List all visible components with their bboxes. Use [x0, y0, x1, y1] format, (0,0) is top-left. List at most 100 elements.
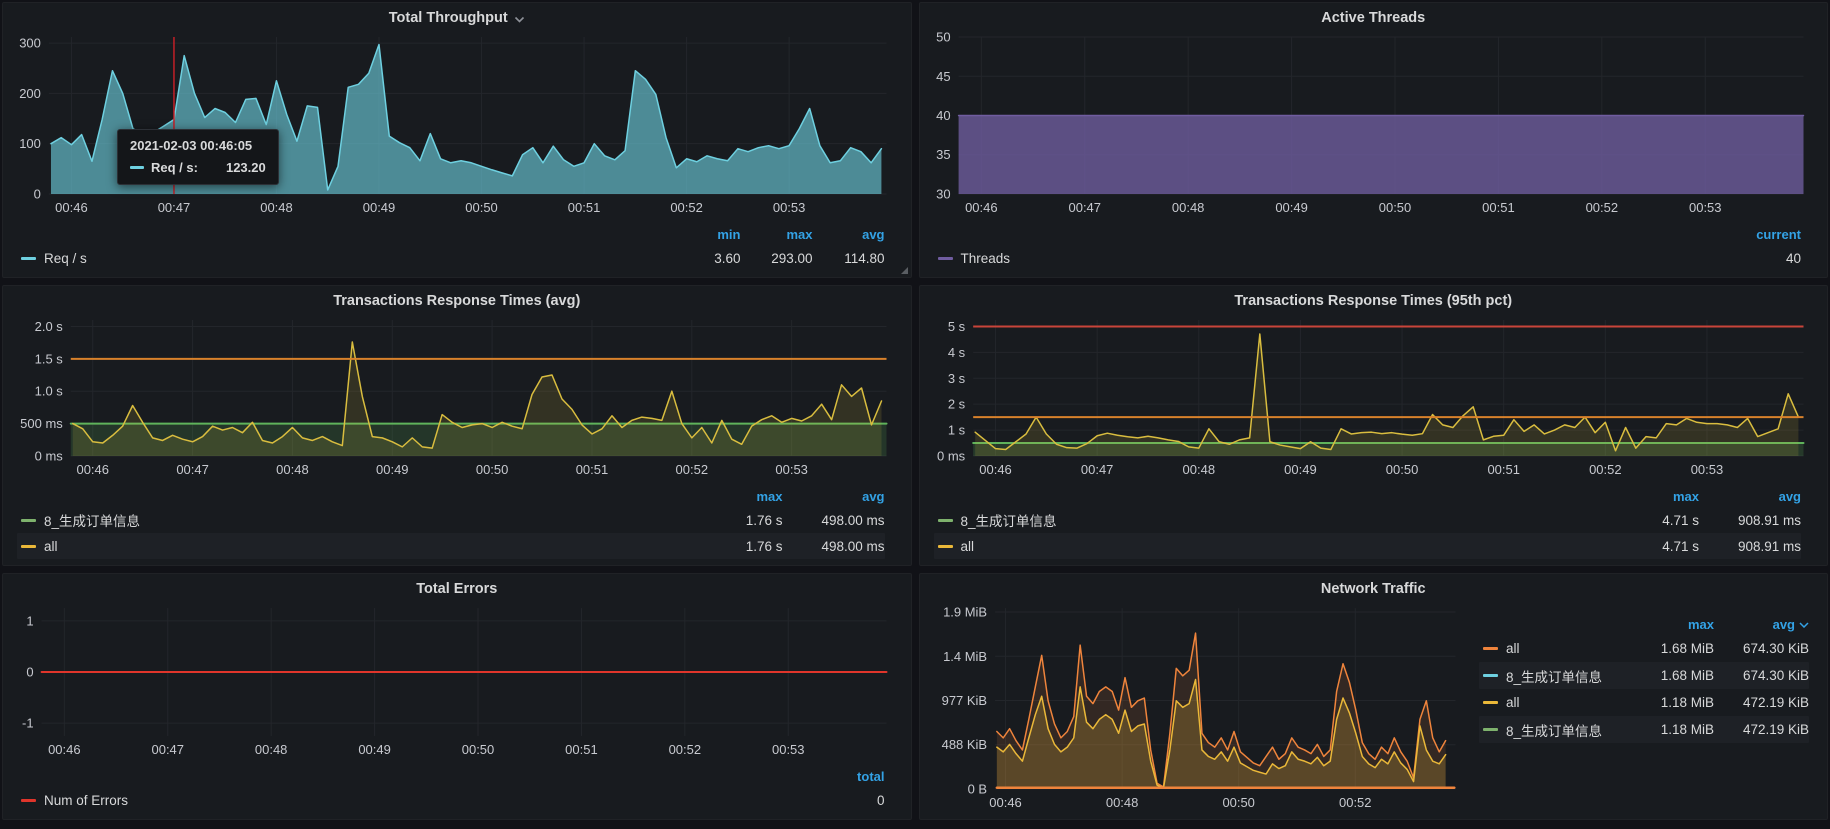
- response-times-95pct-chart-svg[interactable]: 0 ms1 s2 s3 s4 s5 s00:4600:4700:4800:490…: [930, 312, 1818, 480]
- legend-series-row: 8_生成订单信息1.18 MiB472.19 KiB: [1479, 716, 1809, 743]
- legend-col-header-avg[interactable]: avg: [783, 489, 885, 504]
- legend-response-times-avg: maxavg8_生成订单信息1.76 s498.00 msall1.76 s49…: [3, 480, 911, 565]
- network-traffic-chart-svg[interactable]: 0 B488 KiB977 KiB1.4 MiB1.9 MiB00:4600:4…: [930, 600, 1470, 813]
- svg-text:00:49: 00:49: [1284, 462, 1317, 477]
- svg-text:00:48: 00:48: [1171, 200, 1204, 215]
- response-times-avg-chart[interactable]: 0 ms500 ms1.0 s1.5 s2.0 s00:4600:4700:48…: [13, 312, 901, 480]
- svg-text:00:50: 00:50: [465, 200, 498, 215]
- panel-title-text: Transactions Response Times (avg): [333, 293, 580, 309]
- legend-rows: Num of Errors0: [17, 787, 885, 813]
- series-color-dash-icon: [938, 257, 953, 260]
- tooltip-series-row: Req / s: 123.20: [130, 160, 266, 175]
- legend-series-label: 8_生成订单信息: [1506, 720, 1602, 740]
- legend-col-header-current[interactable]: current: [1729, 227, 1801, 242]
- legend-series-label: all: [44, 539, 58, 554]
- svg-text:00:48: 00:48: [1182, 462, 1215, 477]
- legend-value: 293.00: [741, 251, 813, 266]
- svg-text:0: 0: [26, 665, 33, 680]
- legend-value: 1.18 MiB: [1619, 722, 1714, 737]
- svg-text:00:52: 00:52: [1585, 200, 1618, 215]
- svg-text:488 KiB: 488 KiB: [941, 737, 986, 752]
- legend-series-name[interactable]: all: [1483, 641, 1619, 656]
- legend-series-name[interactable]: 8_生成订单信息: [938, 510, 1598, 530]
- legend-value: 674.30 KiB: [1714, 641, 1809, 656]
- total-errors-chart-svg[interactable]: -10100:4600:4700:4800:4900:5000:5100:520…: [13, 600, 901, 760]
- svg-text:00:51: 00:51: [576, 462, 609, 477]
- legend-col-header-min[interactable]: min: [669, 227, 741, 242]
- legend-series-label: 8_生成订单信息: [1506, 666, 1602, 686]
- legend-col-header-label: total: [857, 769, 884, 784]
- legend-series-name[interactable]: 8_生成订单信息: [1483, 720, 1619, 740]
- response-times-avg-chart-svg[interactable]: 0 ms500 ms1.0 s1.5 s2.0 s00:4600:4700:48…: [13, 312, 901, 480]
- svg-text:00:52: 00:52: [669, 742, 702, 757]
- svg-text:1.5 s: 1.5 s: [35, 351, 64, 366]
- series-color-dash-icon: [1483, 728, 1498, 731]
- legend-col-header-max[interactable]: max: [741, 227, 813, 242]
- legend-col-header-max[interactable]: max: [1619, 617, 1714, 632]
- svg-text:00:50: 00:50: [1385, 462, 1418, 477]
- panel-resize-handle[interactable]: [901, 267, 908, 274]
- legend-series-row: all4.71 s908.91 ms: [934, 533, 1802, 559]
- panel-total-throughput: Total Throughput 010020030000:4600:4700:…: [2, 2, 912, 278]
- svg-text:00:49: 00:49: [376, 462, 409, 477]
- legend-col-header-max[interactable]: max: [681, 489, 783, 504]
- panel-header: Transactions Response Times (avg): [3, 286, 911, 312]
- legend-value: 674.30 KiB: [1714, 668, 1809, 683]
- legend-total-errors: total Num of Errors0: [3, 760, 911, 819]
- legend-col-header-avg[interactable]: avg: [1714, 617, 1809, 632]
- legend-series-name[interactable]: all: [21, 539, 681, 554]
- legend-col-header-avg[interactable]: avg: [1699, 489, 1801, 504]
- response-times-95pct-chart[interactable]: 0 ms1 s2 s3 s4 s5 s00:4600:4700:4800:490…: [930, 312, 1818, 480]
- legend-value: 498.00 ms: [783, 513, 885, 528]
- series-color-dash-icon: [938, 519, 953, 522]
- threads-chart[interactable]: 303540455000:4600:4700:4800:4900:5000:51…: [930, 29, 1818, 218]
- series-color-dash-icon: [1483, 674, 1498, 677]
- panel-title-total-throughput[interactable]: Total Throughput: [381, 6, 533, 26]
- legend-col-header-avg[interactable]: avg: [813, 227, 885, 242]
- legend-rows: 8_生成订单信息1.76 s498.00 msall1.76 s498.00 m…: [17, 507, 885, 559]
- svg-text:00:52: 00:52: [1589, 462, 1622, 477]
- panel-title-response-times-avg[interactable]: Transactions Response Times (avg): [325, 289, 588, 309]
- legend-series-name[interactable]: Req / s: [21, 251, 669, 266]
- threads-chart-svg[interactable]: 303540455000:4600:4700:4800:4900:5000:51…: [930, 29, 1818, 218]
- legend-col-header-total[interactable]: total: [813, 769, 885, 784]
- legend-series-name[interactable]: Threads: [938, 251, 1730, 266]
- network-traffic-chart[interactable]: 0 B488 KiB977 KiB1.4 MiB1.9 MiB00:4600:4…: [930, 600, 1470, 813]
- total-errors-chart[interactable]: -10100:4600:4700:4800:4900:5000:5100:520…: [13, 600, 901, 760]
- legend-series-name[interactable]: all: [1483, 695, 1619, 710]
- svg-text:1: 1: [26, 613, 33, 628]
- legend-value: 908.91 ms: [1699, 513, 1801, 528]
- legend-header-row: maxavg: [934, 486, 1802, 507]
- throughput-chart[interactable]: 010020030000:4600:4700:4800:4900:5000:51…: [13, 29, 901, 218]
- panel-title-total-errors[interactable]: Total Errors: [408, 577, 505, 597]
- legend-series-name[interactable]: Num of Errors: [21, 793, 813, 808]
- svg-text:00:46: 00:46: [76, 462, 109, 477]
- legend-series-name[interactable]: 8_生成订单信息: [21, 510, 681, 530]
- panel-network-traffic: Network Traffic 0 B488 KiB977 KiB1.4 MiB…: [919, 573, 1829, 820]
- svg-text:40: 40: [936, 108, 950, 123]
- legend-col-header-label: avg: [862, 489, 884, 504]
- panel-title-response-times-95pct[interactable]: Transactions Response Times (95th pct): [1226, 289, 1520, 309]
- svg-text:00:50: 00:50: [1378, 200, 1411, 215]
- legend-series-label: Req / s: [44, 251, 87, 266]
- legend-col-header-max[interactable]: max: [1597, 489, 1699, 504]
- legend-series-name[interactable]: 8_生成订单信息: [1483, 666, 1619, 686]
- svg-text:00:53: 00:53: [775, 462, 808, 477]
- svg-text:00:46: 00:46: [989, 795, 1021, 810]
- legend-header-row: minmaxavg: [17, 224, 885, 245]
- legend-value: 4.71 s: [1597, 539, 1699, 554]
- throughput-chart-svg[interactable]: 010020030000:4600:4700:4800:4900:5000:51…: [13, 29, 901, 218]
- panel-header: Total Errors: [3, 574, 911, 600]
- panel-header: Transactions Response Times (95th pct): [920, 286, 1828, 312]
- legend-value: 908.91 ms: [1699, 539, 1801, 554]
- legend-header-row: maxavg: [1479, 614, 1809, 635]
- panel-title-active-threads[interactable]: Active Threads: [1313, 6, 1433, 26]
- svg-text:200: 200: [19, 86, 41, 101]
- panel-title-network-traffic[interactable]: Network Traffic: [1313, 577, 1434, 597]
- series-color-dash-icon: [21, 519, 36, 522]
- legend-col-header-label: current: [1756, 227, 1801, 242]
- legend-series-name[interactable]: all: [938, 539, 1598, 554]
- panel-header: Network Traffic: [920, 574, 1828, 600]
- series-color-dash-icon: [938, 545, 953, 548]
- legend-rows: Threads40: [934, 245, 1802, 271]
